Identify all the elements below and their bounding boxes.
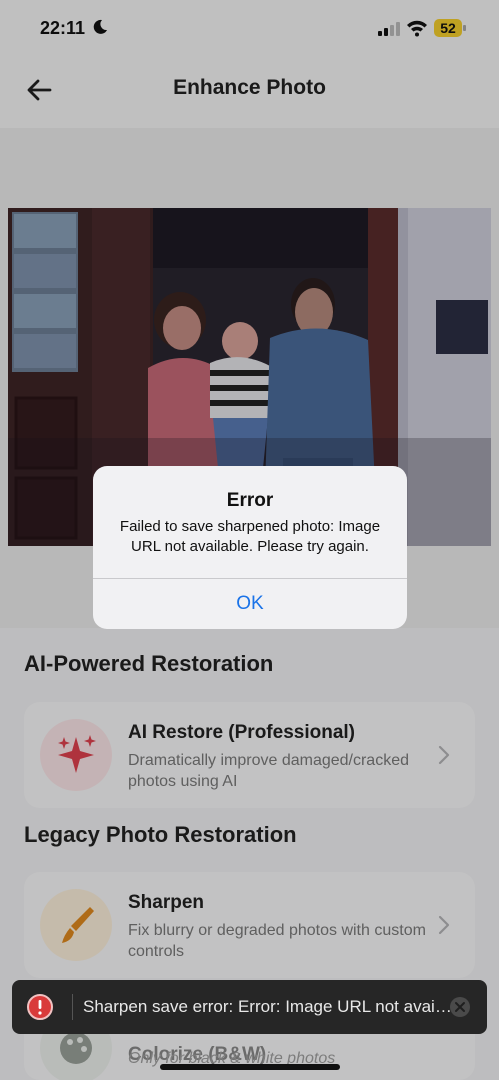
toast-message: Sharpen save error: Error: Image URL not… [83, 997, 453, 1016]
alert-title: Error [226, 490, 274, 511]
ok-button[interactable]: OK [93, 579, 407, 629]
error-toast: Sharpen save error: Error: Image URL not… [12, 980, 487, 1034]
home-indicator [160, 1064, 340, 1070]
alert-message: Failed to save sharpened photo: Image UR… [119, 518, 381, 555]
toast-separator [72, 994, 73, 1020]
error-icon [27, 994, 53, 1020]
close-icon[interactable] [449, 996, 471, 1018]
error-alert-dialog: Error Failed to save sharpened photo: Im… [93, 466, 407, 629]
